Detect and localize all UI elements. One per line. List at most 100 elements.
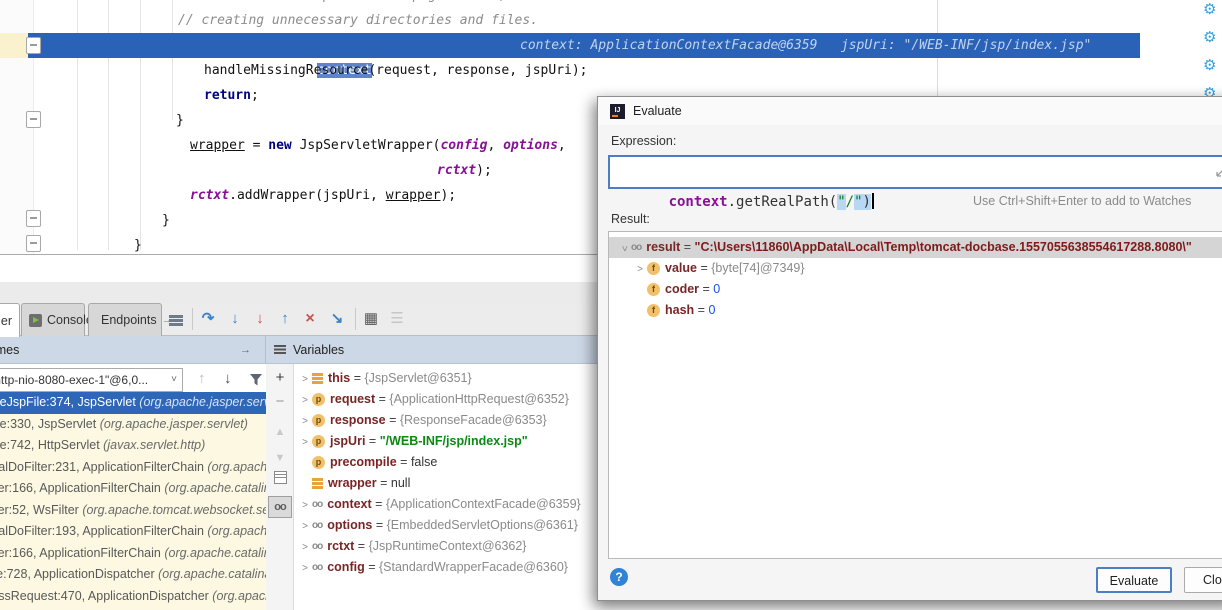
next-frame-arrow-icon[interactable]: ↓: [224, 370, 232, 387]
frames-panel: "http-nio-8080-exec-1"@6,0... ˅ ↑ ↓ serv…: [0, 364, 266, 610]
code-line: }: [176, 108, 184, 133]
remove-watch-button[interactable]: −: [266, 392, 294, 412]
move-down-button[interactable]: ▼: [266, 448, 294, 468]
frames-panel-header[interactable]: Frames →: [0, 336, 266, 364]
result-label: Result:: [611, 212, 650, 226]
expr-text: getRealPath: [736, 194, 829, 210]
frame-row[interactable]: processRequest:470, ApplicationDispatche…: [0, 586, 266, 608]
frames-header-label: Frames: [0, 343, 19, 357]
frame-row[interactable]: doFilter:166, ApplicationFilterChain (or…: [0, 543, 266, 565]
gear-icon[interactable]: ⚙: [1203, 29, 1221, 47]
result-row[interactable]: >fvalue = {byte[74]@7349}: [609, 258, 1222, 279]
variable-row[interactable]: >oooptions = {EmbeddedServletOptions@636…: [298, 515, 578, 536]
tab-debugger[interactable]: Debugger: [0, 303, 20, 337]
add-watch-button[interactable]: +: [266, 368, 294, 388]
tree-chevron-icon[interactable]: >: [633, 259, 647, 280]
variable-name: context: [327, 497, 371, 511]
tree-chevron-icon[interactable]: >: [298, 516, 312, 537]
thread-dropdown[interactable]: "http-nio-8080-exec-1"@6,0... ˅: [0, 368, 183, 392]
run-to-cursor-button[interactable]: ↘: [327, 309, 347, 329]
hamburger-menu-icon[interactable]: [166, 312, 186, 332]
evaluate-button[interactable]: Evaluate: [1096, 567, 1172, 593]
fold-marker-icon[interactable]: [26, 111, 41, 128]
variable-row[interactable]: >this = {JspServlet@6351}: [298, 368, 472, 389]
filter-funnel-icon[interactable]: [249, 373, 263, 387]
variable-row[interactable]: wrapper = null: [298, 473, 410, 494]
value-bars-icon: [312, 373, 323, 384]
fold-marker-icon[interactable]: [26, 235, 41, 252]
expr-quote: ": [837, 194, 845, 210]
frame-row[interactable]: service:742, HttpServlet (javax.servlet.…: [0, 435, 266, 457]
execution-line-gutter-highlight: [0, 33, 28, 58]
variable-row[interactable]: pprecompile = false: [298, 452, 437, 473]
frame-row[interactable]: internalDoFilter:193, ApplicationFilterC…: [0, 521, 266, 543]
move-up-button[interactable]: ▲: [266, 422, 294, 442]
result-row[interactable]: fhash = 0: [609, 300, 1222, 321]
frame-row[interactable]: service:330, JspServlet (org.apache.jasp…: [0, 414, 266, 436]
dialog-title: Evaluate: [633, 104, 682, 118]
frame-row[interactable]: serviceJspFile:374, JspServlet (org.apac…: [0, 392, 266, 414]
frame-row[interactable]: invoke:728, ApplicationDispatcher (org.a…: [0, 564, 266, 586]
frame-row[interactable]: internalDoFilter:231, ApplicationFilterC…: [0, 457, 266, 479]
close-button[interactable]: Close: [1184, 567, 1222, 593]
tree-chevron-icon[interactable]: >: [298, 390, 312, 411]
expr-paren: ): [863, 194, 871, 210]
grid-view-button[interactable]: ▦: [361, 309, 381, 329]
prev-frame-arrow-icon[interactable]: ↑: [198, 370, 206, 387]
threads-view-button[interactable]: ☰: [387, 309, 407, 329]
equals-sign: =: [372, 518, 386, 532]
watches-hint: Use Ctrl+Shift+Enter to add to Watches: [973, 194, 1191, 208]
help-button[interactable]: ?: [610, 568, 628, 586]
equals-sign: =: [365, 434, 379, 448]
step-into-button[interactable]: ↓: [225, 309, 245, 329]
variable-row[interactable]: >oorctxt = {JspRuntimeContext@6362}: [298, 536, 527, 557]
fold-marker-icon[interactable]: [26, 210, 41, 227]
variable-name: options: [327, 518, 372, 532]
code-line: }: [134, 233, 142, 258]
frame-row[interactable]: doFilter:52, WsFilter (org.apache.tomcat…: [0, 500, 266, 522]
dialog-titlebar[interactable]: IJ Evaluate: [598, 97, 1222, 125]
force-step-into-button[interactable]: ↓: [250, 309, 270, 329]
tab-endpoints[interactable]: Endpoints →: [88, 303, 162, 336]
frame-row[interactable]: doFilter:166, ApplicationFilterChain (or…: [0, 478, 266, 500]
gear-icon[interactable]: ⚙: [1203, 57, 1221, 75]
tree-chevron-icon[interactable]: >: [298, 432, 312, 453]
variable-row[interactable]: >presponse = {ResponseFacade@6353}: [298, 410, 547, 431]
expand-input-icon[interactable]: [1215, 165, 1222, 178]
copy-stack-button[interactable]: [266, 470, 294, 490]
tree-chevron-icon[interactable]: >: [298, 537, 312, 558]
variables-panel: >this = {JspServlet@6351}>prequest = {Ap…: [294, 364, 597, 610]
parameter-icon: p: [312, 393, 325, 406]
console-icon: [29, 314, 42, 327]
parameter-icon: p: [312, 435, 325, 448]
tab-console[interactable]: Console →: [21, 303, 85, 336]
equals-sign: =: [680, 240, 694, 254]
tree-chevron-icon[interactable]: >: [298, 495, 312, 516]
equals-sign: =: [354, 539, 368, 553]
show-watches-button[interactable]: oo: [268, 496, 292, 518]
result-row[interactable]: fcoder = 0: [609, 279, 1222, 300]
tree-chevron-icon[interactable]: >: [298, 411, 312, 432]
variable-name: config: [327, 560, 365, 574]
step-out-button[interactable]: ↑: [275, 309, 295, 329]
variable-row[interactable]: >pjspUri = "/WEB-INF/jsp/index.jsp": [298, 431, 528, 452]
result-row[interactable]: >ooresult = "C:\Users\11860\AppData\Loca…: [609, 237, 1222, 258]
variable-row[interactable]: >ooconfig = {StandardWrapperFacade@6360}: [298, 557, 568, 578]
equals-sign: =: [377, 476, 391, 490]
variable-row[interactable]: >oocontext = {ApplicationContextFacade@6…: [298, 494, 581, 515]
variable-row[interactable]: >prequest = {ApplicationHttpRequest@6352…: [298, 389, 569, 410]
tree-chevron-icon[interactable]: >: [614, 242, 635, 256]
field-icon: f: [647, 283, 660, 296]
expression-input[interactable]: context.getRealPath("/"): [608, 155, 1222, 189]
variables-panel-header[interactable]: Variables: [266, 336, 597, 364]
variable-name: coder: [665, 282, 699, 296]
fold-marker-icon[interactable]: [26, 37, 41, 54]
drop-frame-button[interactable]: ×: [300, 309, 320, 329]
code-line: wrapper = new JspServletWrapper(config, …: [190, 133, 566, 158]
tree-chevron-icon[interactable]: >: [298, 369, 312, 390]
variable-name: this: [328, 371, 350, 385]
step-over-button[interactable]: ↷: [198, 309, 218, 329]
result-tree[interactable]: >ooresult = "C:\Users\11860\AppData\Loca…: [608, 231, 1222, 559]
tree-chevron-icon[interactable]: >: [298, 558, 312, 579]
gear-icon[interactable]: ⚙: [1203, 1, 1221, 19]
